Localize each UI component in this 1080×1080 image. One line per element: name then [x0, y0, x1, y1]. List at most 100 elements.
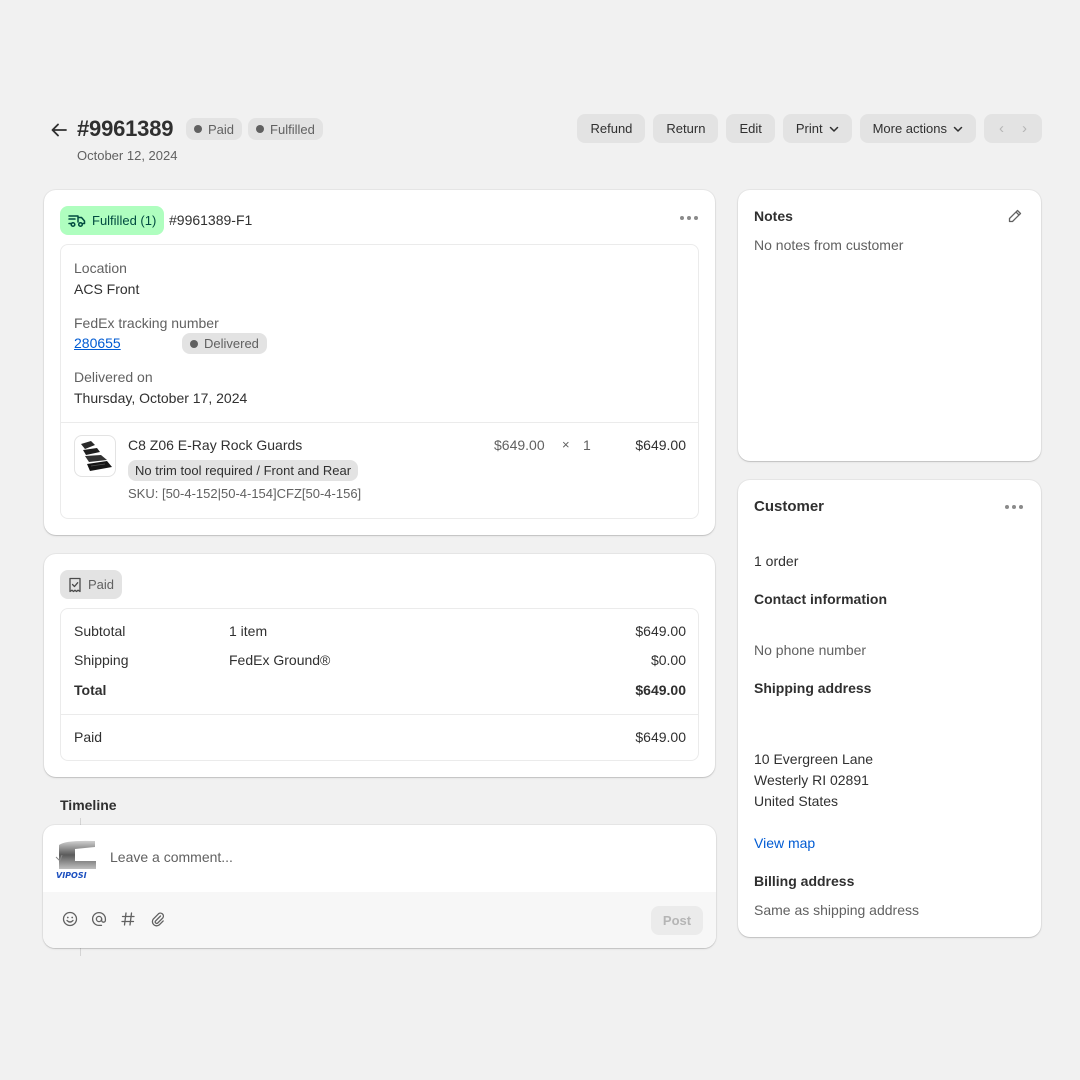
return-button[interactable]: Return — [653, 114, 719, 143]
customer-heading: Customer — [754, 498, 825, 515]
unit-price: $649.00 — [494, 437, 545, 453]
pencil-icon — [1008, 209, 1022, 223]
dot-icon — [694, 216, 698, 220]
product-name[interactable]: C8 Z06 E-Ray Rock Guards — [128, 437, 302, 453]
dot-icon — [687, 216, 691, 220]
comment-toolbar: Post — [43, 892, 716, 948]
arrow-left-icon — [51, 123, 67, 137]
view-map-link[interactable]: View map — [754, 835, 815, 851]
comment-input[interactable] — [110, 849, 670, 865]
edit-button[interactable]: Edit — [726, 114, 775, 143]
next-order-button[interactable]: › — [1022, 120, 1027, 137]
payment-status-badge: Paid — [186, 118, 243, 140]
payment-summary: Subtotal 1 item $649.00 Shipping FedEx G… — [60, 608, 699, 761]
dot-icon — [1005, 505, 1009, 509]
comment-box: VIPOSI Post — [43, 825, 716, 948]
paid-row: Paid $649.00 — [74, 729, 686, 749]
post-button[interactable]: Post — [651, 906, 703, 935]
notes-empty-text: No notes from customer — [754, 237, 904, 253]
print-button[interactable]: Print — [782, 114, 852, 143]
timeline-heading: Timeline — [60, 797, 117, 813]
subtotal-row: Subtotal 1 item $649.00 — [74, 623, 686, 643]
delivered-on-label: Delivered on — [74, 369, 153, 385]
paid-label: Paid — [74, 729, 103, 745]
payment-card: Paid Subtotal 1 item $649.00 Shipping Fe… — [44, 554, 715, 777]
quantity: 1 — [583, 437, 591, 453]
product-sku: SKU: [50-4-152|50-4-154]CFZ[50-4-156] — [128, 486, 362, 501]
order-number: #9961389 — [77, 116, 174, 141]
chevron-down-icon — [953, 126, 963, 132]
store-avatar: VIPOSI — [55, 839, 98, 880]
mention-button[interactable] — [90, 910, 108, 928]
location-label: Location — [74, 260, 127, 276]
dot-icon — [1019, 505, 1023, 509]
order-date: October 12, 2024 — [77, 148, 178, 163]
address-line-3: United States — [754, 793, 839, 809]
fulfillment-status-badge: Fulfilled — [248, 118, 323, 140]
address-line-1: 10 Evergreen Lane — [754, 751, 874, 767]
notes-card: Notes No notes from customer — [738, 190, 1041, 461]
paid-status-badge: Paid — [60, 570, 123, 599]
hashtag-icon — [121, 912, 135, 926]
at-sign-icon — [91, 911, 107, 927]
product-thumbnail[interactable] — [74, 435, 116, 477]
edit-notes-button[interactable] — [1007, 208, 1023, 224]
page-header: #9961389 Paid Fulfilled October 12, 2024… — [44, 113, 1042, 173]
delivered-on-value: Thursday, October 17, 2024 — [74, 390, 248, 406]
fulfillment-card: Fulfilled (1) #9961389-F1 Location ACS F… — [44, 190, 715, 535]
billing-address-heading: Billing address — [754, 873, 855, 889]
line-item: C8 Z06 E-Ray Rock Guards No trim tool re… — [61, 422, 698, 519]
total-row: Total $649.00 — [74, 682, 686, 702]
refund-button[interactable]: Refund — [577, 114, 646, 143]
divider — [61, 714, 698, 715]
subtotal-amount: $649.00 — [635, 623, 686, 639]
total-label: Total — [74, 682, 107, 698]
fulfillment-more-button[interactable] — [677, 208, 701, 228]
notes-heading: Notes — [754, 208, 793, 224]
delivered-badge: Delivered — [182, 333, 267, 354]
dot-icon — [680, 216, 684, 220]
attach-button[interactable] — [149, 910, 167, 928]
hashtag-button[interactable] — [119, 910, 137, 928]
tracking-number-link[interactable]: 280655 — [74, 335, 121, 351]
customer-card: Customer 1 order Contact information No … — [738, 480, 1041, 937]
logo-text: VIPOSI — [56, 871, 87, 879]
header-actions: Refund Return Edit Print More actions ‹ … — [577, 114, 1042, 143]
customer-order-count[interactable]: 1 order — [754, 553, 798, 569]
tracking-label: FedEx tracking number — [74, 315, 219, 331]
line-total: $649.00 — [635, 437, 686, 453]
status-dot-icon — [194, 125, 202, 133]
phone-text: No phone number — [754, 642, 867, 658]
fulfillment-id: #9961389-F1 — [169, 212, 253, 228]
back-button[interactable] — [48, 119, 70, 141]
total-amount: $649.00 — [635, 682, 686, 698]
status-dot-icon — [256, 125, 265, 133]
shipping-label: Shipping — [74, 652, 129, 668]
billing-address-text: Same as shipping address — [754, 902, 919, 918]
rock-guard-product-image — [81, 441, 112, 471]
fulfilled-status-badge: Fulfilled (1) — [60, 206, 165, 235]
variant-badge: No trim tool required / Front and Rear — [128, 460, 359, 481]
paperclip-icon — [151, 912, 165, 927]
previous-order-button[interactable]: ‹ — [999, 120, 1004, 137]
delivery-truck-icon — [68, 214, 86, 227]
shipping-address-heading: Shipping address — [754, 680, 872, 696]
order-pager: ‹ › — [984, 114, 1042, 143]
fulfillment-details: Location ACS Front FedEx tracking number… — [60, 244, 699, 519]
multiply-sign: × — [562, 437, 570, 452]
contact-info-heading: Contact information — [754, 591, 887, 607]
dot-icon — [1012, 505, 1016, 509]
viposi-logo-icon: VIPOSI — [55, 840, 96, 880]
shipping-amount: $0.00 — [650, 652, 686, 668]
subtotal-detail: 1 item — [229, 623, 268, 639]
subtotal-label: Subtotal — [74, 623, 126, 639]
receipt-check-icon — [69, 577, 81, 592]
shipping-row: Shipping FedEx Ground® $0.00 — [74, 652, 686, 672]
emoji-button[interactable] — [61, 910, 79, 928]
smiley-icon — [62, 911, 78, 927]
timeline-line — [80, 948, 81, 956]
shipping-method: FedEx Ground® — [229, 652, 331, 668]
customer-more-button[interactable] — [1002, 497, 1026, 517]
status-dot-icon — [190, 339, 198, 348]
more-actions-button[interactable]: More actions — [859, 114, 976, 143]
